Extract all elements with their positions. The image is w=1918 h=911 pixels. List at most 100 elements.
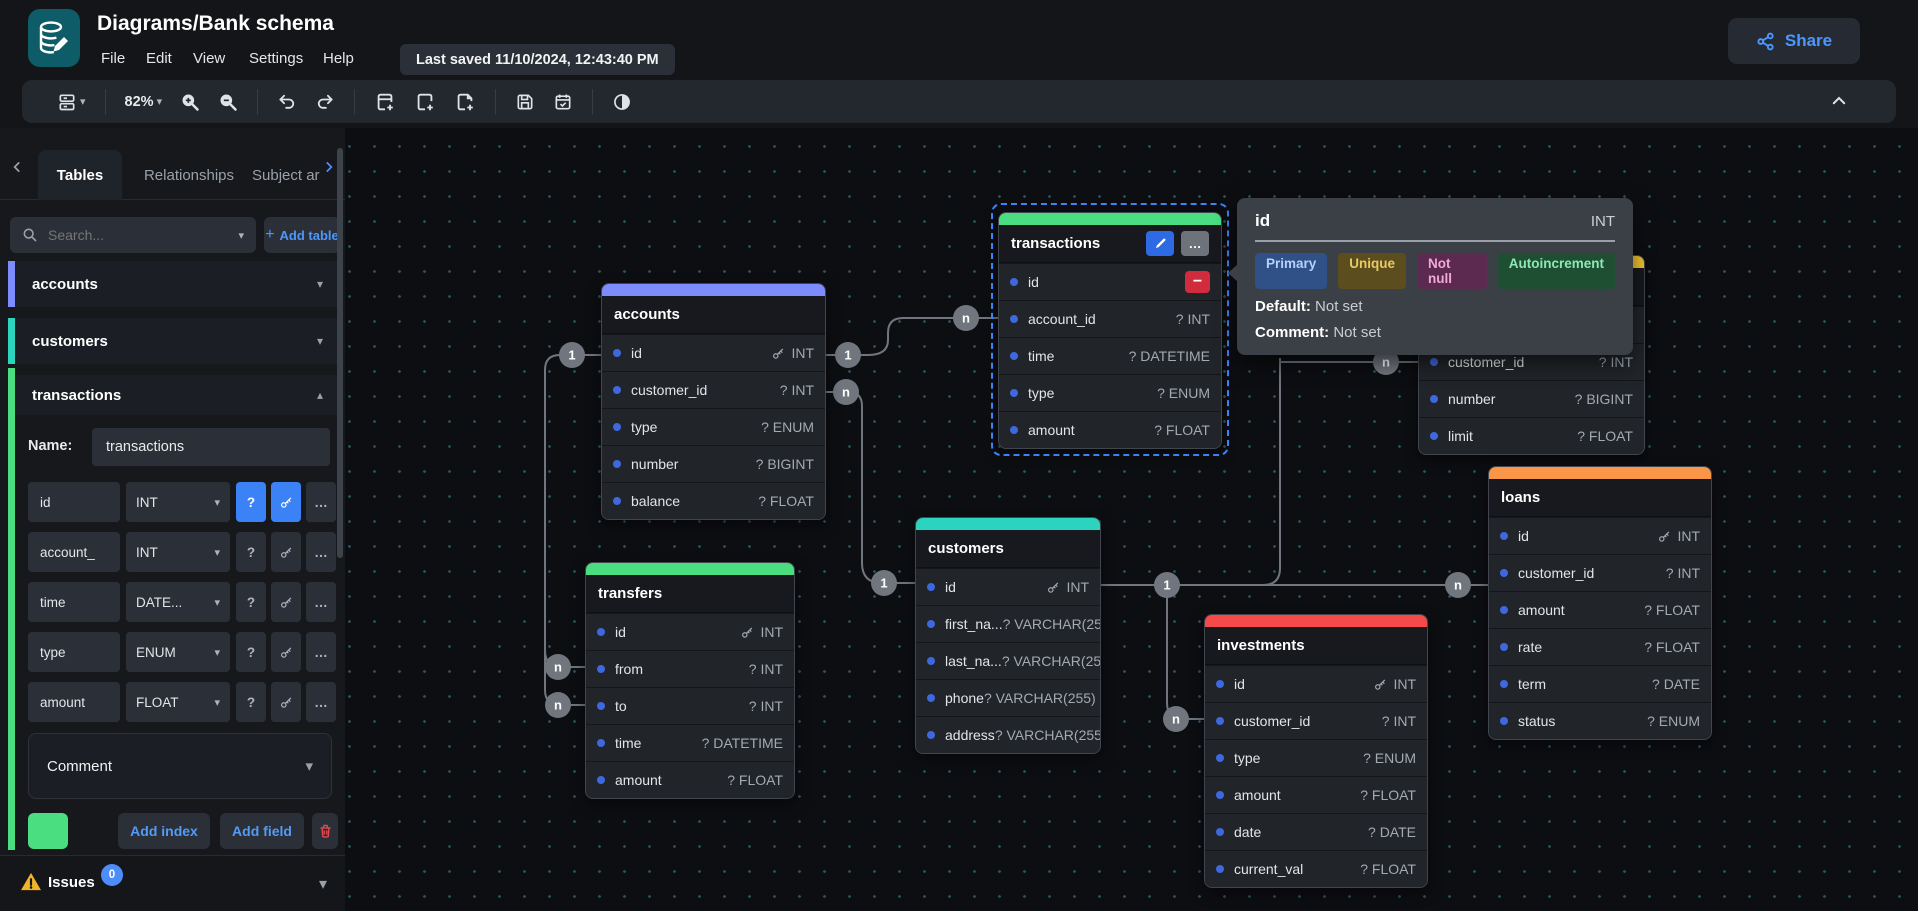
menu-file[interactable]: File: [95, 46, 131, 71]
delete-table-button[interactable]: [312, 813, 338, 849]
menu-settings[interactable]: Settings: [243, 46, 309, 71]
table-field-row[interactable]: idINT: [586, 613, 794, 650]
canvas-table-investments[interactable]: investmentsidINTcustomer_id? INTtype? EN…: [1204, 614, 1428, 888]
primary-key-button[interactable]: [271, 482, 301, 522]
field-name-input[interactable]: account_: [28, 532, 120, 572]
canvas-table-transactions[interactable]: transactions…id−account_id? INTtime? DAT…: [998, 212, 1222, 449]
field-name-input[interactable]: time: [28, 582, 120, 622]
table-field-row[interactable]: type? ENUM: [1205, 739, 1427, 776]
add-table-tool-button[interactable]: [374, 91, 396, 113]
field-more-button[interactable]: …: [306, 482, 336, 522]
table-field-row[interactable]: balance? FLOAT: [602, 482, 825, 519]
table-field-row[interactable]: type? ENUM: [999, 374, 1221, 411]
sidebar-table-row-accounts[interactable]: accounts▾: [8, 261, 337, 307]
field-type-dropdown[interactable]: INT▾: [126, 482, 230, 522]
canvas-table-accounts[interactable]: accountsidINTcustomer_id? INTtype? ENUMn…: [601, 283, 826, 520]
primary-key-button[interactable]: [271, 632, 301, 672]
field-name-input[interactable]: id: [28, 482, 120, 522]
add-index-button[interactable]: Add index: [118, 813, 210, 849]
table-field-row[interactable]: rate? FLOAT: [1489, 628, 1711, 665]
canvas-table-loans[interactable]: loansidINTcustomer_id? INTamount? FLOATr…: [1488, 466, 1712, 740]
table-field-row[interactable]: from? INT: [586, 650, 794, 687]
canvas-table-customers[interactable]: customersidINTfirst_na...? VARCHAR(255)l…: [915, 517, 1101, 754]
field-name-input[interactable]: amount: [28, 682, 120, 722]
table-field-row[interactable]: term? DATE: [1489, 665, 1711, 702]
menu-help[interactable]: Help: [317, 46, 360, 71]
primary-key-button[interactable]: [271, 532, 301, 572]
table-field-row[interactable]: number? BIGINT: [602, 445, 825, 482]
table-field-row[interactable]: time? DATETIME: [999, 337, 1221, 374]
add-field-button[interactable]: Add field: [220, 813, 304, 849]
tabs-scroll-left-button[interactable]: [10, 160, 24, 174]
chevron-down-icon[interactable]: ▾: [317, 334, 323, 348]
table-field-row[interactable]: idINT: [916, 568, 1100, 605]
table-field-row[interactable]: to? INT: [586, 687, 794, 724]
toolbar-collapse-button[interactable]: [1830, 92, 1848, 110]
table-field-row[interactable]: amount? FLOAT: [586, 761, 794, 798]
nullable-toggle-button[interactable]: ?: [236, 482, 266, 522]
canvas-table-transfers[interactable]: transfersidINTfrom? INTto? INTtime? DATE…: [585, 562, 795, 799]
menu-edit[interactable]: Edit: [140, 46, 178, 71]
save-button[interactable]: [515, 92, 535, 112]
nullable-toggle-button[interactable]: ?: [236, 532, 266, 572]
edit-table-button[interactable]: [1146, 231, 1174, 256]
table-field-row[interactable]: address? VARCHAR(255): [916, 716, 1100, 753]
table-field-row[interactable]: amount? FLOAT: [1205, 776, 1427, 813]
table-field-row[interactable]: time? DATETIME: [586, 724, 794, 761]
undo-button[interactable]: [277, 92, 297, 112]
field-more-button[interactable]: …: [306, 632, 336, 672]
chevron-up-icon[interactable]: ▴: [317, 388, 323, 402]
theme-toggle-button[interactable]: [612, 92, 632, 112]
table-color-swatch[interactable]: [28, 813, 68, 849]
tab-subject-areas[interactable]: Subject ar: [252, 150, 320, 200]
add-area-tool-button[interactable]: [414, 91, 436, 113]
field-name-input[interactable]: type: [28, 632, 120, 672]
zoom-in-button[interactable]: [180, 92, 200, 112]
table-field-row[interactable]: type? ENUM: [602, 408, 825, 445]
table-search[interactable]: ▾: [10, 217, 256, 253]
table-field-row[interactable]: customer_id? INT: [602, 371, 825, 408]
sidebar-layout-button[interactable]: ▾: [57, 92, 86, 112]
sidebar-table-row-customers[interactable]: customers▾: [8, 318, 337, 364]
table-field-row[interactable]: last_na...? VARCHAR(255): [916, 642, 1100, 679]
field-type-dropdown[interactable]: DATE...▾: [126, 582, 230, 622]
sidebar-scrollbar[interactable]: [337, 148, 343, 558]
app-logo-icon[interactable]: [28, 9, 80, 67]
todo-button[interactable]: [553, 92, 573, 112]
tabs-scroll-right-button[interactable]: [322, 160, 336, 174]
primary-key-button[interactable]: [271, 682, 301, 722]
sidebar-table-row-transactions[interactable]: transactions▴: [8, 375, 337, 415]
primary-key-button[interactable]: [271, 582, 301, 622]
issues-bar[interactable]: Issues 0 ▾: [0, 855, 345, 911]
redo-button[interactable]: [315, 92, 335, 112]
table-field-row[interactable]: idINT: [1489, 517, 1711, 554]
table-field-row[interactable]: customer_id? INT: [1205, 702, 1427, 739]
share-button[interactable]: Share: [1728, 18, 1860, 64]
table-field-row[interactable]: customer_id? INT: [1489, 554, 1711, 591]
table-field-row[interactable]: id−: [999, 263, 1221, 300]
table-more-button[interactable]: …: [1181, 231, 1209, 256]
table-field-row[interactable]: current_val? FLOAT: [1205, 850, 1427, 887]
table-field-row[interactable]: date? DATE: [1205, 813, 1427, 850]
add-note-tool-button[interactable]: [454, 91, 476, 113]
tab-tables[interactable]: Tables: [38, 150, 122, 200]
remove-field-button[interactable]: −: [1185, 271, 1210, 293]
field-more-button[interactable]: …: [306, 532, 336, 572]
field-more-button[interactable]: …: [306, 582, 336, 622]
table-field-row[interactable]: account_id? INT: [999, 300, 1221, 337]
add-table-button[interactable]: + Add table: [264, 217, 340, 253]
menu-view[interactable]: View: [187, 46, 231, 71]
table-field-row[interactable]: amount? FLOAT: [1489, 591, 1711, 628]
table-field-row[interactable]: amount? FLOAT: [999, 411, 1221, 448]
zoom-out-button[interactable]: [218, 92, 238, 112]
field-more-button[interactable]: …: [306, 682, 336, 722]
table-field-row[interactable]: limit? FLOAT: [1419, 417, 1644, 454]
table-field-row[interactable]: first_na...? VARCHAR(255): [916, 605, 1100, 642]
nullable-toggle-button[interactable]: ?: [236, 682, 266, 722]
field-type-dropdown[interactable]: INT▾: [126, 532, 230, 572]
search-input[interactable]: [48, 227, 208, 243]
table-field-row[interactable]: idINT: [1205, 665, 1427, 702]
table-field-row[interactable]: idINT: [602, 334, 825, 371]
field-type-dropdown[interactable]: ENUM▾: [126, 632, 230, 672]
table-field-row[interactable]: status? ENUM: [1489, 702, 1711, 739]
